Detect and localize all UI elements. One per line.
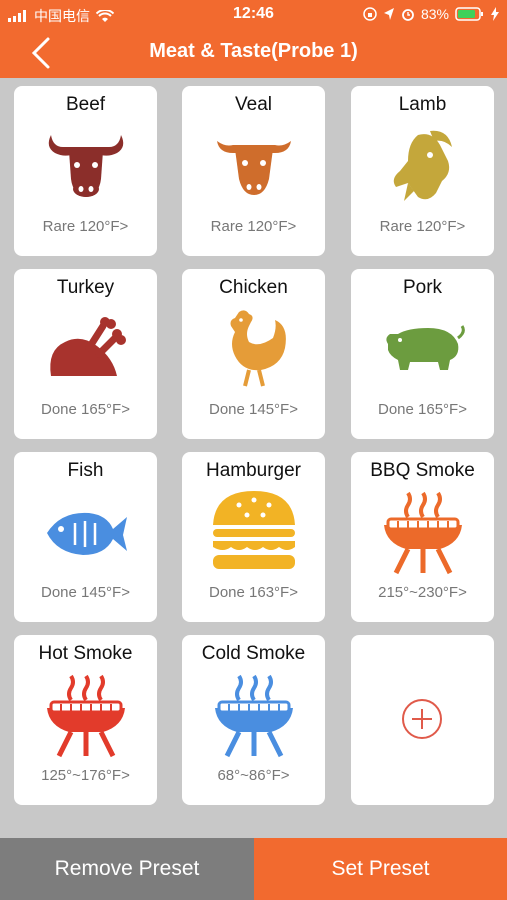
preset-card-chicken[interactable]: Chicken Done 145°F> bbox=[182, 269, 325, 439]
preset-temp: 68°~86°F> bbox=[217, 767, 290, 784]
preset-temp: Rare 120°F> bbox=[42, 218, 129, 235]
preset-name: Hot Smoke bbox=[38, 643, 133, 664]
turkey-icon bbox=[40, 303, 132, 395]
preset-temp: Done 145°F> bbox=[41, 584, 130, 601]
preset-temp: Done 165°F> bbox=[41, 401, 130, 418]
preset-temp: Done 165°F> bbox=[378, 401, 467, 418]
preset-temp: Rare 120°F> bbox=[379, 218, 466, 235]
status-bar: 中国电信 12:46 83% bbox=[0, 0, 507, 28]
preset-card-pork[interactable]: Pork Done 165°F> bbox=[351, 269, 494, 439]
preset-name: Turkey bbox=[56, 277, 115, 298]
preset-card-bbq-smoke[interactable]: BBQ Smoke 215°~230°F> bbox=[351, 452, 494, 622]
grill-icon bbox=[377, 486, 469, 578]
preset-card-lamb[interactable]: Lamb Rare 120°F> bbox=[351, 86, 494, 256]
battery-icon bbox=[455, 7, 483, 21]
preset-temp: 215°~230°F> bbox=[378, 584, 467, 601]
goat-icon bbox=[377, 120, 469, 212]
preset-card-turkey[interactable]: Turkey Done 165°F> bbox=[14, 269, 157, 439]
preset-name: Cold Smoke bbox=[201, 643, 306, 664]
nav-bar: Meat & Taste(Probe 1) bbox=[0, 28, 507, 78]
grill-icon bbox=[40, 669, 132, 761]
preset-temp: 125°~176°F> bbox=[41, 767, 130, 784]
preset-card-veal[interactable]: Veal Rare 120°F> bbox=[182, 86, 325, 256]
plus-circle-icon[interactable] bbox=[401, 698, 443, 740]
grill-icon bbox=[208, 669, 300, 761]
preset-temp: Done 145°F> bbox=[209, 401, 298, 418]
preset-card-hot-smoke[interactable]: Hot Smoke 125°~176°F> bbox=[14, 635, 157, 805]
cow-icon bbox=[40, 120, 132, 212]
preset-card-hamburger[interactable]: Hamburger Done 163°F> bbox=[182, 452, 325, 622]
preset-name: Lamb bbox=[398, 94, 447, 115]
charging-icon bbox=[491, 7, 499, 21]
page-title: Meat & Taste(Probe 1) bbox=[149, 40, 358, 62]
status-right: 83% bbox=[363, 6, 499, 22]
pig-icon bbox=[377, 303, 469, 395]
add-preset-card[interactable] bbox=[351, 635, 494, 805]
preset-card-cold-smoke[interactable]: Cold Smoke 68°~86°F> bbox=[182, 635, 325, 805]
location-icon bbox=[383, 8, 394, 20]
preset-card-fish[interactable]: Fish Done 145°F> bbox=[14, 452, 157, 622]
chicken-icon bbox=[208, 303, 300, 395]
set-preset-button[interactable]: Set Preset bbox=[254, 838, 507, 900]
preset-name: Veal bbox=[235, 94, 272, 115]
fish-icon bbox=[40, 486, 132, 578]
battery-percent: 83% bbox=[420, 6, 449, 22]
calf-icon bbox=[208, 120, 300, 212]
preset-name: Beef bbox=[65, 94, 106, 115]
preset-card-beef[interactable]: Beef Rare 120°F> bbox=[14, 86, 157, 256]
burger-icon bbox=[208, 486, 300, 578]
preset-name: Hamburger bbox=[205, 460, 302, 481]
bottom-bar: Remove Preset Set Preset bbox=[0, 838, 507, 900]
preset-name: BBQ Smoke bbox=[370, 460, 475, 481]
preset-name: Fish bbox=[67, 460, 104, 481]
preset-temp: Done 163°F> bbox=[209, 584, 298, 601]
preset-name: Pork bbox=[402, 277, 443, 298]
lock-rotation-icon bbox=[363, 7, 377, 21]
remove-preset-button[interactable]: Remove Preset bbox=[0, 838, 254, 900]
alarm-icon bbox=[402, 9, 414, 21]
preset-name: Chicken bbox=[219, 277, 288, 298]
preset-temp: Rare 120°F> bbox=[210, 218, 297, 235]
